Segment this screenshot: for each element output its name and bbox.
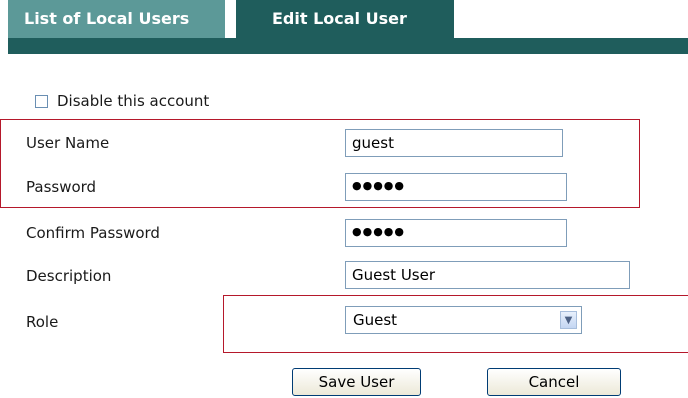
save-user-label: Save User: [318, 373, 395, 391]
confirm-password-input[interactable]: ●●●●●: [345, 219, 567, 247]
password-label: Password: [26, 178, 97, 196]
disable-account-label: Disable this account: [57, 92, 210, 110]
description-input[interactable]: Guest User: [345, 261, 630, 289]
tab-separator: [225, 0, 236, 38]
username-input[interactable]: guest: [345, 129, 563, 157]
tab-edit-local-user[interactable]: Edit Local User: [236, 0, 454, 54]
tab-list-of-local-users[interactable]: List of Local Users: [8, 0, 225, 38]
role-select[interactable]: Guest ▼: [345, 306, 582, 334]
role-label: Role: [26, 313, 59, 331]
username-label: User Name: [26, 134, 110, 152]
password-input[interactable]: ●●●●●: [345, 173, 567, 201]
disable-account-checkbox[interactable]: [35, 94, 48, 108]
confirm-password-label: Confirm Password: [26, 224, 160, 242]
description-label: Description: [26, 267, 112, 285]
role-selected-value: Guest: [353, 311, 398, 329]
cancel-button[interactable]: Cancel: [487, 368, 621, 396]
tab-label: Edit Local User: [272, 9, 407, 28]
save-user-button[interactable]: Save User: [292, 368, 421, 396]
disable-account-row: Disable this account: [35, 92, 209, 110]
cancel-label: Cancel: [528, 373, 580, 391]
tab-label: List of Local Users: [24, 9, 190, 28]
chevron-down-icon[interactable]: ▼: [560, 311, 577, 329]
